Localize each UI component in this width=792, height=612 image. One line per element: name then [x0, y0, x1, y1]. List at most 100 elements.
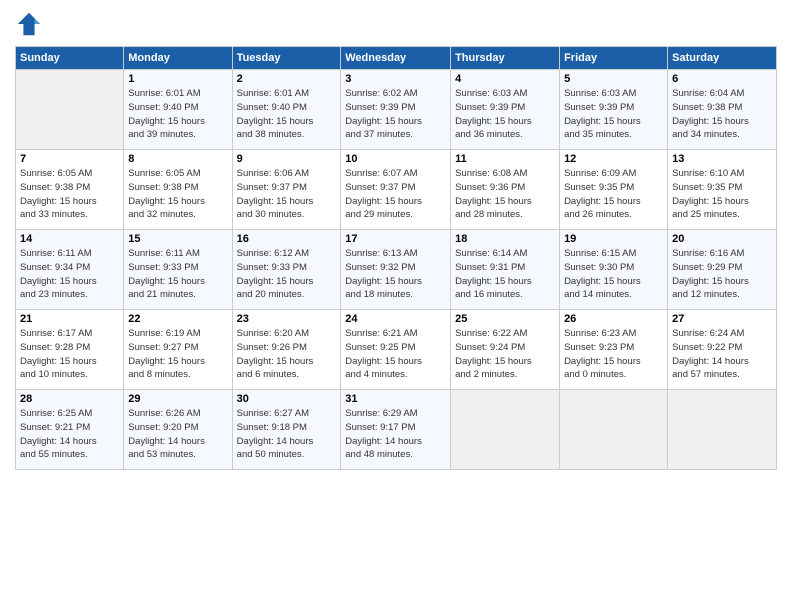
calendar-cell: 29 Sunrise: 6:26 AMSunset: 9:20 PMDayligh… — [124, 390, 232, 470]
calendar-cell: 4 Sunrise: 6:03 AMSunset: 9:39 PMDaylight… — [451, 70, 560, 150]
day-header-tuesday: Tuesday — [232, 47, 341, 70]
day-info: Sunrise: 6:27 AMSunset: 9:18 PMDaylight:… — [237, 407, 337, 462]
day-info: Sunrise: 6:14 AMSunset: 9:31 PMDaylight:… — [455, 247, 555, 302]
day-number: 23 — [237, 313, 337, 325]
calendar-cell: 24 Sunrise: 6:21 AMSunset: 9:25 PMDayligh… — [341, 310, 451, 390]
day-info: Sunrise: 6:06 AMSunset: 9:37 PMDaylight:… — [237, 167, 337, 222]
calendar-cell: 6 Sunrise: 6:04 AMSunset: 9:38 PMDaylight… — [668, 70, 777, 150]
day-info: Sunrise: 6:04 AMSunset: 9:38 PMDaylight:… — [672, 87, 772, 142]
day-number: 17 — [345, 233, 446, 245]
day-number: 10 — [345, 153, 446, 165]
day-header-monday: Monday — [124, 47, 232, 70]
day-number: 6 — [672, 73, 772, 85]
day-info: Sunrise: 6:01 AMSunset: 9:40 PMDaylight:… — [128, 87, 227, 142]
day-header-friday: Friday — [560, 47, 668, 70]
calendar-cell: 8 Sunrise: 6:05 AMSunset: 9:38 PMDaylight… — [124, 150, 232, 230]
day-number: 9 — [237, 153, 337, 165]
day-number: 13 — [672, 153, 772, 165]
day-info: Sunrise: 6:24 AMSunset: 9:22 PMDaylight:… — [672, 327, 772, 382]
calendar-table: SundayMondayTuesdayWednesdayThursdayFrid… — [15, 46, 777, 470]
calendar-cell: 5 Sunrise: 6:03 AMSunset: 9:39 PMDaylight… — [560, 70, 668, 150]
calendar-cell: 20 Sunrise: 6:16 AMSunset: 9:29 PMDayligh… — [668, 230, 777, 310]
day-number: 28 — [20, 393, 119, 405]
day-info: Sunrise: 6:23 AMSunset: 9:23 PMDaylight:… — [564, 327, 663, 382]
calendar-cell: 28 Sunrise: 6:25 AMSunset: 9:21 PMDayligh… — [16, 390, 124, 470]
header — [15, 10, 777, 38]
calendar-cell: 22Sunrise: 6:19 AMSunset: 9:27 PMDayligh… — [124, 310, 232, 390]
day-info: Sunrise: 6:25 AMSunset: 9:21 PMDaylight:… — [20, 407, 119, 462]
calendar-cell: 26 Sunrise: 6:23 AMSunset: 9:23 PMDayligh… — [560, 310, 668, 390]
calendar-cell: 18Sunrise: 6:14 AMSunset: 9:31 PMDayligh… — [451, 230, 560, 310]
day-number: 11 — [455, 153, 555, 165]
day-info: Sunrise: 6:03 AMSunset: 9:39 PMDaylight:… — [455, 87, 555, 142]
day-number: 27 — [672, 313, 772, 325]
calendar-cell: 2Sunrise: 6:01 AMSunset: 9:40 PMDaylight… — [232, 70, 341, 150]
calendar-cell: 10 Sunrise: 6:07 AMSunset: 9:37 PMDayligh… — [341, 150, 451, 230]
day-info: Sunrise: 6:07 AMSunset: 9:37 PMDaylight:… — [345, 167, 446, 222]
day-info: Sunrise: 6:11 AMSunset: 9:34 PMDaylight:… — [20, 247, 119, 302]
day-number: 5 — [564, 73, 663, 85]
day-number: 7 — [20, 153, 119, 165]
day-info: Sunrise: 6:26 AMSunset: 9:20 PMDaylight:… — [128, 407, 227, 462]
day-number: 24 — [345, 313, 446, 325]
day-info: Sunrise: 6:22 AMSunset: 9:24 PMDaylight:… — [455, 327, 555, 382]
day-info: Sunrise: 6:10 AMSunset: 9:35 PMDaylight:… — [672, 167, 772, 222]
day-info: Sunrise: 6:19 AMSunset: 9:27 PMDaylight:… — [128, 327, 227, 382]
calendar-cell — [16, 70, 124, 150]
day-info: Sunrise: 6:20 AMSunset: 9:26 PMDaylight:… — [237, 327, 337, 382]
calendar-cell: 15 Sunrise: 6:11 AMSunset: 9:33 PMDayligh… — [124, 230, 232, 310]
calendar-cell: 17 Sunrise: 6:13 AMSunset: 9:32 PMDayligh… — [341, 230, 451, 310]
day-info: Sunrise: 6:13 AMSunset: 9:32 PMDaylight:… — [345, 247, 446, 302]
week-row-2: 14 Sunrise: 6:11 AMSunset: 9:34 PMDayligh… — [16, 230, 777, 310]
day-header-sunday: Sunday — [16, 47, 124, 70]
calendar-cell: 30 Sunrise: 6:27 AMSunset: 9:18 PMDayligh… — [232, 390, 341, 470]
calendar-cell: 13 Sunrise: 6:10 AMSunset: 9:35 PMDayligh… — [668, 150, 777, 230]
day-number: 31 — [345, 393, 446, 405]
day-info: Sunrise: 6:15 AMSunset: 9:30 PMDaylight:… — [564, 247, 663, 302]
week-row-4: 28 Sunrise: 6:25 AMSunset: 9:21 PMDayligh… — [16, 390, 777, 470]
day-info: Sunrise: 6:21 AMSunset: 9:25 PMDaylight:… — [345, 327, 446, 382]
day-info: Sunrise: 6:11 AMSunset: 9:33 PMDaylight:… — [128, 247, 227, 302]
day-number: 20 — [672, 233, 772, 245]
day-number: 8 — [128, 153, 227, 165]
calendar-cell: 19 Sunrise: 6:15 AMSunset: 9:30 PMDayligh… — [560, 230, 668, 310]
calendar-cell: 21 Sunrise: 6:17 AMSunset: 9:28 PMDayligh… — [16, 310, 124, 390]
calendar-cell: 11Sunrise: 6:08 AMSunset: 9:36 PMDayligh… — [451, 150, 560, 230]
day-number: 4 — [455, 73, 555, 85]
day-info: Sunrise: 6:09 AMSunset: 9:35 PMDaylight:… — [564, 167, 663, 222]
calendar-cell: 12 Sunrise: 6:09 AMSunset: 9:35 PMDayligh… — [560, 150, 668, 230]
calendar-cell: 27 Sunrise: 6:24 AMSunset: 9:22 PMDayligh… — [668, 310, 777, 390]
day-info: Sunrise: 6:16 AMSunset: 9:29 PMDaylight:… — [672, 247, 772, 302]
day-info: Sunrise: 6:05 AMSunset: 9:38 PMDaylight:… — [20, 167, 119, 222]
day-number: 15 — [128, 233, 227, 245]
calendar-cell: 23 Sunrise: 6:20 AMSunset: 9:26 PMDayligh… — [232, 310, 341, 390]
calendar-cell — [668, 390, 777, 470]
day-number: 30 — [237, 393, 337, 405]
day-number: 26 — [564, 313, 663, 325]
day-number: 25 — [455, 313, 555, 325]
day-info: Sunrise: 6:12 AMSunset: 9:33 PMDaylight:… — [237, 247, 337, 302]
day-info: Sunrise: 6:29 AMSunset: 9:17 PMDaylight:… — [345, 407, 446, 462]
week-row-3: 21 Sunrise: 6:17 AMSunset: 9:28 PMDayligh… — [16, 310, 777, 390]
day-number: 19 — [564, 233, 663, 245]
calendar-cell — [451, 390, 560, 470]
day-number: 12 — [564, 153, 663, 165]
day-info: Sunrise: 6:17 AMSunset: 9:28 PMDaylight:… — [20, 327, 119, 382]
day-number: 29 — [128, 393, 227, 405]
day-info: Sunrise: 6:05 AMSunset: 9:38 PMDaylight:… — [128, 167, 227, 222]
day-number: 14 — [20, 233, 119, 245]
header-row: SundayMondayTuesdayWednesdayThursdayFrid… — [16, 47, 777, 70]
logo — [15, 10, 47, 38]
calendar-cell: 9 Sunrise: 6:06 AMSunset: 9:37 PMDaylight… — [232, 150, 341, 230]
day-info: Sunrise: 6:03 AMSunset: 9:39 PMDaylight:… — [564, 87, 663, 142]
day-info: Sunrise: 6:02 AMSunset: 9:39 PMDaylight:… — [345, 87, 446, 142]
day-header-wednesday: Wednesday — [341, 47, 451, 70]
day-number: 21 — [20, 313, 119, 325]
day-number: 3 — [345, 73, 446, 85]
calendar-cell: 31 Sunrise: 6:29 AMSunset: 9:17 PMDayligh… — [341, 390, 451, 470]
calendar-cell: 14 Sunrise: 6:11 AMSunset: 9:34 PMDayligh… — [16, 230, 124, 310]
calendar-cell — [560, 390, 668, 470]
week-row-1: 7 Sunrise: 6:05 AMSunset: 9:38 PMDaylight… — [16, 150, 777, 230]
day-header-saturday: Saturday — [668, 47, 777, 70]
day-header-thursday: Thursday — [451, 47, 560, 70]
